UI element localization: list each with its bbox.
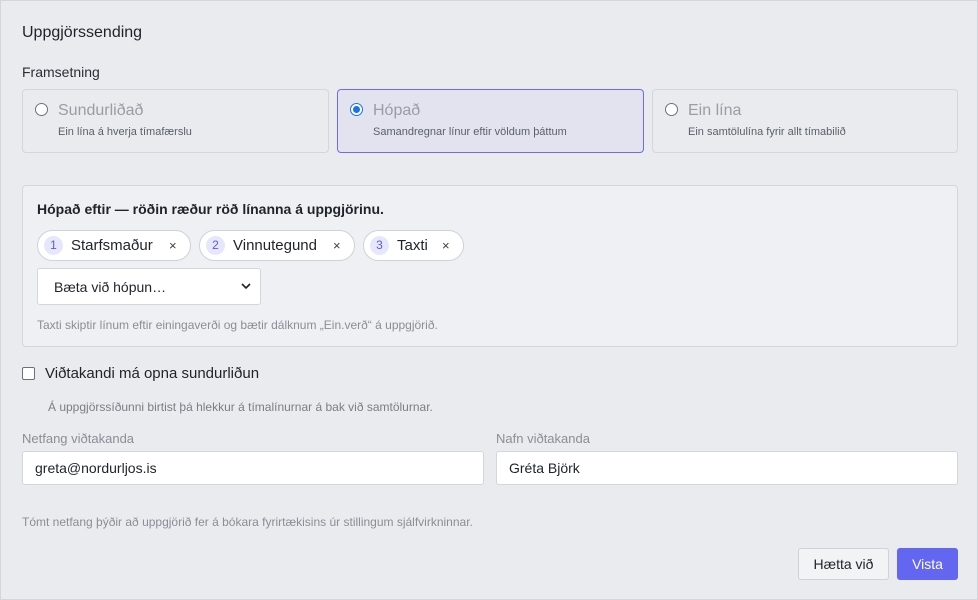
remove-icon[interactable]: × xyxy=(442,238,450,253)
grouping-heading: Hópað eftir — röðin ræður röð línanna á … xyxy=(37,201,384,217)
radio-sundurlidad[interactable] xyxy=(35,103,48,116)
radio-hopad[interactable] xyxy=(350,103,363,116)
drilldown-checkbox[interactable] xyxy=(22,367,35,380)
save-button[interactable]: Vista xyxy=(897,548,958,580)
group-chip-starfsmadur[interactable]: 1 Starfsmaður × xyxy=(37,230,191,261)
name-label: Nafn viðtakanda xyxy=(496,431,590,446)
presentation-label: Framsetning xyxy=(22,64,100,80)
add-grouping-select-value: Bæta við hópun… xyxy=(54,279,167,295)
chevron-down-icon xyxy=(241,283,251,290)
page-title: Uppgjörssending xyxy=(22,24,143,41)
option-sundurlidad[interactable]: Sundurliðað Ein lína á hverja tímafærslu xyxy=(22,89,329,153)
email-label: Netfang viðtakanda xyxy=(22,431,135,446)
drilldown-label[interactable]: Viðtakandi má opna sundurliðun xyxy=(45,365,259,382)
email-help-note: Tómt netfang þýðir að uppgjörið fer á bó… xyxy=(22,515,473,529)
radio-ein-lina[interactable] xyxy=(665,103,678,116)
add-grouping-select[interactable]: Bæta við hópun… xyxy=(37,268,261,305)
name-field[interactable] xyxy=(496,451,958,485)
group-chip-taxti[interactable]: 3 Taxti × xyxy=(363,230,464,261)
option-title: Sundurliðað xyxy=(58,102,144,119)
email-field[interactable] xyxy=(22,451,484,485)
option-description: Samandregnar línur eftir völdum þáttum xyxy=(373,126,567,138)
grouping-panel: Hópað eftir — röðin ræður röð línanna á … xyxy=(22,185,958,347)
option-title: Ein lína xyxy=(688,102,742,119)
chip-order-badge: 3 xyxy=(370,236,389,255)
option-hopad[interactable]: Hópað Samandregnar línur eftir völdum þá… xyxy=(337,89,644,153)
dialog-panel: Uppgjörssending Framsetning Sundurliðað … xyxy=(0,0,978,600)
cancel-button[interactable]: Hætta við xyxy=(798,548,889,580)
chip-order-badge: 2 xyxy=(206,236,225,255)
chip-order-badge: 1 xyxy=(44,236,63,255)
chip-label: Starfsmaður xyxy=(71,237,153,254)
option-description: Ein samtölulína fyrir allt tímabilið xyxy=(688,126,846,138)
grouping-note: Taxti skiptir línum eftir einingaverði o… xyxy=(37,318,438,332)
chip-label: Vinnutegund xyxy=(233,237,317,254)
drilldown-note: Á uppgjörssíðunni birtist þá hlekkur á t… xyxy=(48,400,433,414)
option-title: Hópað xyxy=(373,102,421,119)
group-chip-vinnutegund[interactable]: 2 Vinnutegund × xyxy=(199,230,355,261)
remove-icon[interactable]: × xyxy=(333,238,341,253)
remove-icon[interactable]: × xyxy=(169,238,177,253)
chip-label: Taxti xyxy=(397,237,428,254)
option-ein-lina[interactable]: Ein lína Ein samtölulína fyrir allt tíma… xyxy=(652,89,958,153)
option-description: Ein lína á hverja tímafærslu xyxy=(58,126,192,138)
